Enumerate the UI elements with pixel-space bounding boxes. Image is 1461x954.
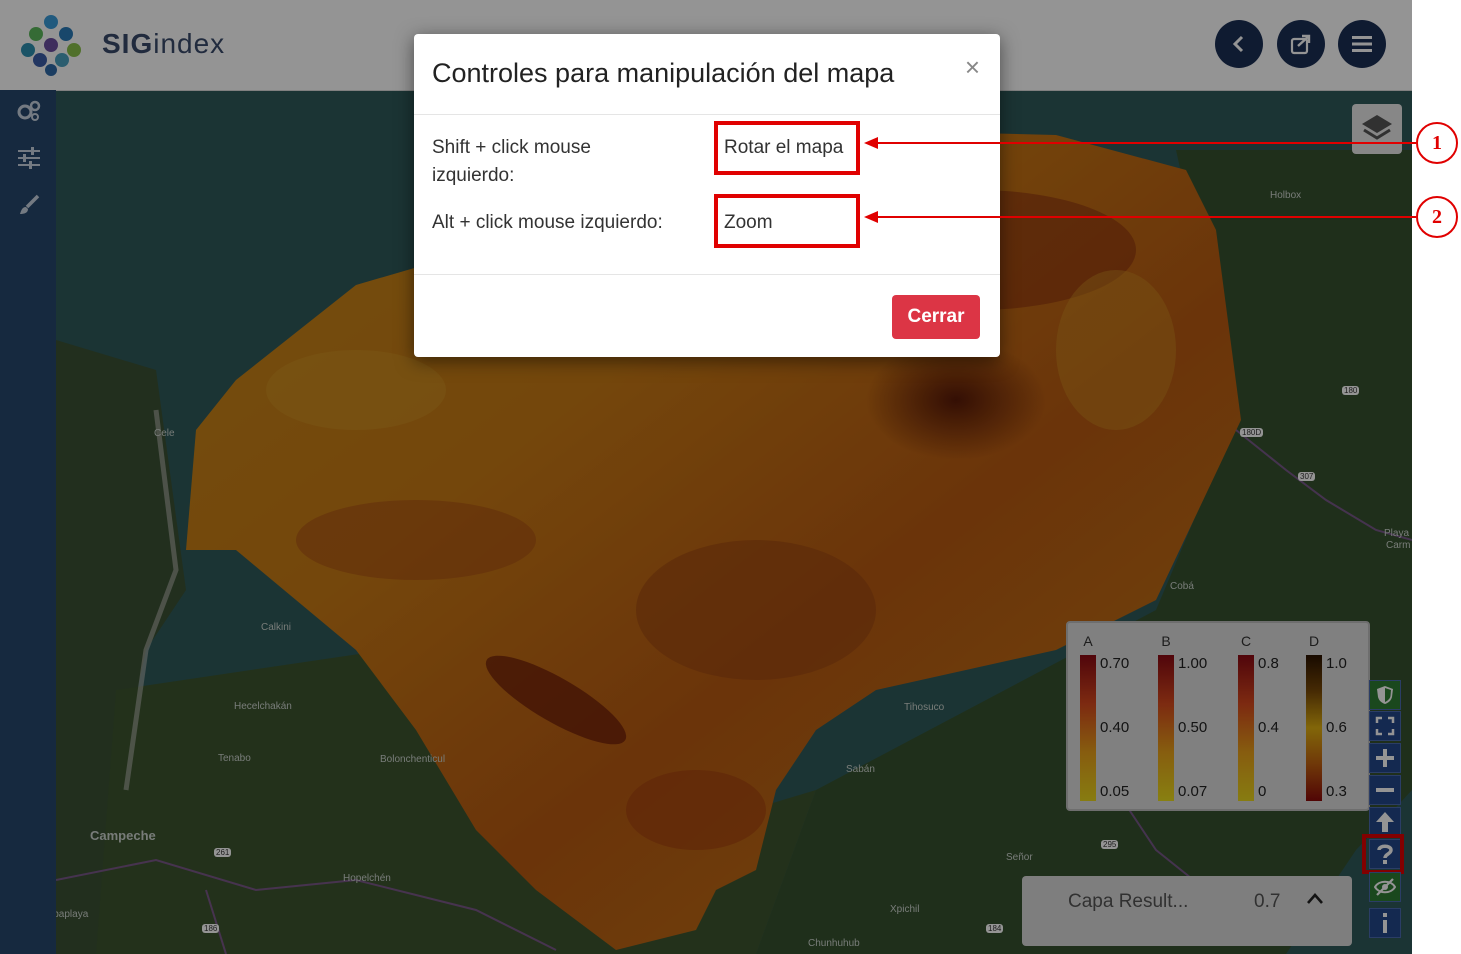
annotation-arrowhead-1 xyxy=(864,137,878,149)
annotation-callout-2: 2 xyxy=(1416,196,1458,238)
annotation-arrowhead-2 xyxy=(864,211,878,223)
annotation-callout-1: 1 xyxy=(1416,122,1458,164)
annotation-arrows xyxy=(864,137,1416,223)
